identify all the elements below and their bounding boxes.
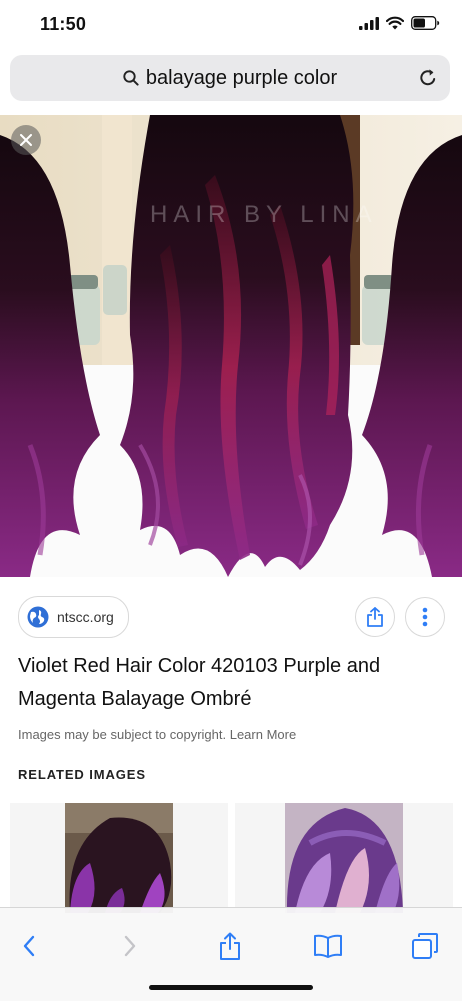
source-link[interactable]: ntscc.org xyxy=(18,596,129,638)
status-icons xyxy=(359,16,440,30)
close-button[interactable] xyxy=(11,125,41,155)
search-bar[interactable]: balayage purple color xyxy=(10,55,450,101)
forward-icon xyxy=(124,935,136,957)
search-icon xyxy=(123,70,139,86)
back-button[interactable] xyxy=(9,928,49,964)
signal-icon xyxy=(359,16,379,30)
tabs-icon xyxy=(412,933,438,959)
copyright-notice[interactable]: Images may be subject to copyright. Lear… xyxy=(18,727,296,742)
toolbar-share-button[interactable] xyxy=(210,928,250,964)
more-options-button[interactable] xyxy=(405,597,445,637)
result-title[interactable]: Violet Red Hair Color 420103 Purple and … xyxy=(18,650,438,716)
forward-button[interactable] xyxy=(110,928,150,964)
share-icon xyxy=(367,607,383,627)
hair-photo xyxy=(0,115,462,577)
wifi-icon xyxy=(386,16,404,30)
search-query[interactable]: balayage purple color xyxy=(146,67,337,90)
battery-icon xyxy=(411,16,440,30)
related-thumb-1 xyxy=(65,803,173,913)
tabs-button[interactable] xyxy=(405,928,445,964)
related-images-heading: RELATED IMAGES xyxy=(18,767,146,782)
more-vertical-icon xyxy=(422,607,428,627)
share-button[interactable] xyxy=(355,597,395,637)
status-time: 11:50 xyxy=(40,14,87,34)
status-bar: 11:50 xyxy=(0,0,462,50)
related-image-2[interactable] xyxy=(235,803,453,913)
reload-icon[interactable] xyxy=(418,68,438,88)
close-icon xyxy=(20,134,32,146)
watermark: HAIR BY LINA xyxy=(150,201,378,228)
related-image-1[interactable] xyxy=(10,803,228,913)
bookmarks-button[interactable] xyxy=(308,928,348,964)
globe-icon xyxy=(27,606,49,628)
hero-image[interactable]: HAIR BY LINA xyxy=(0,115,462,577)
source-domain[interactable]: ntscc.org xyxy=(57,609,114,625)
share-icon xyxy=(220,932,240,960)
search-query-wrap[interactable]: balayage purple color xyxy=(10,55,450,101)
back-icon xyxy=(23,935,35,957)
home-indicator[interactable] xyxy=(149,985,313,990)
related-thumb-2 xyxy=(285,803,403,913)
bookmarks-icon xyxy=(314,934,342,958)
